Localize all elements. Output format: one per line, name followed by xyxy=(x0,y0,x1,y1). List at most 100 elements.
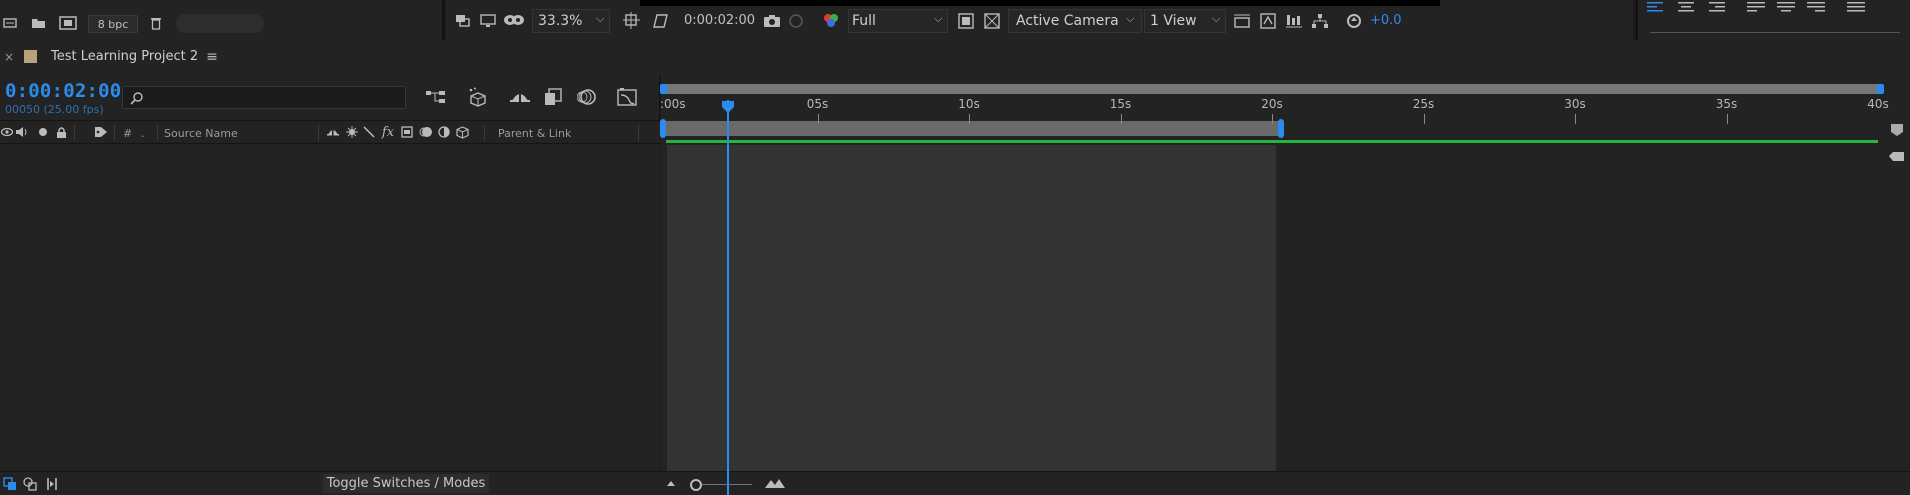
align-center-icon[interactable] xyxy=(1676,0,1696,12)
layer-list-empty-area[interactable] xyxy=(0,145,660,471)
time-navigator-start-handle[interactable] xyxy=(660,84,667,94)
zoom-in-icon[interactable] xyxy=(764,476,786,490)
work-area-end-handle[interactable] xyxy=(1278,119,1284,138)
3d-layer-icon[interactable] xyxy=(455,125,469,139)
indent-fields-row xyxy=(1650,32,1900,33)
new-folder-icon[interactable] xyxy=(30,15,46,31)
justify-last-right-icon[interactable] xyxy=(1806,0,1826,12)
reset-exposure-icon[interactable] xyxy=(1344,11,1364,31)
toggle-switches-modes-button[interactable]: Toggle Switches / Modes xyxy=(323,474,489,493)
transparency-grid-icon[interactable] xyxy=(650,11,670,31)
paragraph-panel xyxy=(1636,0,1910,40)
panel-menu-icon[interactable]: ≡ xyxy=(204,49,220,65)
chevron-down-icon: ⌵ xyxy=(1212,12,1221,25)
chevron-down-icon: ⌵ xyxy=(596,12,605,25)
label-tag-icon[interactable] xyxy=(93,125,109,139)
show-channel-icon[interactable] xyxy=(820,11,842,31)
exposure-value[interactable]: +0.0 xyxy=(1370,13,1402,28)
layer-switches-pane-icon[interactable] xyxy=(2,476,18,492)
show-snapshot-icon[interactable] xyxy=(786,12,806,30)
zoom-out-icon[interactable] xyxy=(664,478,678,490)
layer-columns-header: # . Source Name fx Parent & Link xyxy=(0,120,660,144)
timeline-zoom-slider-handle[interactable] xyxy=(690,479,702,491)
project-bit-depth-button[interactable]: 8 bpc xyxy=(88,15,138,33)
source-name-column-label[interactable]: Source Name xyxy=(164,127,238,140)
column-separator xyxy=(484,125,485,141)
quality-switch-icon[interactable] xyxy=(362,125,376,139)
audio-speaker-icon[interactable] xyxy=(15,125,29,139)
toggle-transparency-grid-icon[interactable] xyxy=(982,11,1002,31)
current-time-indicator-icon[interactable] xyxy=(721,100,735,114)
mask-visibility-icon[interactable] xyxy=(502,11,526,31)
current-time-indicator-line[interactable] xyxy=(727,100,729,495)
frame-blending-icon[interactable] xyxy=(542,87,564,107)
search-icon xyxy=(129,90,147,106)
magnification-value: 33.3% xyxy=(538,13,583,29)
comp-marker-bin-icon[interactable] xyxy=(1890,123,1904,137)
viewer-current-time[interactable]: 0:00:02:00 xyxy=(684,13,755,28)
toggle-pixel-aspect-icon[interactable] xyxy=(1232,11,1252,31)
ruler-tick-label: 35s xyxy=(1715,97,1738,111)
take-snapshot-icon[interactable] xyxy=(762,12,782,30)
work-area-start-handle[interactable] xyxy=(660,119,666,138)
frame-blend-switch-icon[interactable] xyxy=(400,125,414,139)
time-navigator-end-handle[interactable] xyxy=(1877,84,1884,94)
video-visibility-icon[interactable] xyxy=(0,125,14,139)
align-right-icon[interactable] xyxy=(1706,0,1726,12)
layer-number-column-label: # xyxy=(123,127,133,140)
draft-3d-icon[interactable] xyxy=(466,86,490,108)
motion-blur-icon[interactable] xyxy=(576,86,598,108)
justify-all-icon[interactable] xyxy=(1846,0,1866,12)
composition-mini-flowchart-icon[interactable] xyxy=(424,88,448,106)
chevron-down-icon: ⌵ xyxy=(934,12,943,25)
render-cache-indicator xyxy=(666,140,1878,143)
comp-marker-add-icon[interactable] xyxy=(1886,148,1906,164)
ruler-tick-label: 15s xyxy=(1109,97,1132,111)
ruler-tick-mark xyxy=(1272,114,1273,124)
timeline-tab-title[interactable]: Test Learning Project 2 xyxy=(51,49,198,64)
ruler-tick-label: 30s xyxy=(1564,97,1586,111)
timeline-search-field[interactable] xyxy=(122,86,406,109)
ruler-tick-mark xyxy=(817,114,819,124)
align-left-icon[interactable] xyxy=(1646,0,1666,12)
close-tab-icon[interactable]: × xyxy=(2,50,16,64)
project-search-field[interactable] xyxy=(176,14,264,33)
composition-duration-region xyxy=(667,145,1276,471)
composition-viewer-toolbar: 33.3% ⌵ 0:00:02:00 Full ⌵ Active Camera … xyxy=(446,0,1633,40)
effects-fx-icon[interactable]: fx xyxy=(380,124,396,140)
resolution-value: Full xyxy=(852,13,876,29)
lock-icon[interactable] xyxy=(54,125,68,139)
ruler-tick-label: 25s xyxy=(1412,97,1435,111)
shy-switch-icon[interactable] xyxy=(326,125,340,139)
timeline-button-icon[interactable] xyxy=(1284,11,1304,31)
region-of-interest-icon[interactable] xyxy=(622,11,642,31)
justify-last-left-icon[interactable] xyxy=(1746,0,1766,12)
hide-shy-layers-icon[interactable] xyxy=(508,88,532,106)
ruler-tick-label: 20s xyxy=(1261,97,1283,111)
justify-last-center-icon[interactable] xyxy=(1776,0,1796,12)
trash-icon[interactable] xyxy=(148,15,164,31)
collapse-transformation-icon[interactable] xyxy=(345,125,359,139)
time-navigator-bar[interactable] xyxy=(662,84,1883,94)
primary-viewer-icon[interactable] xyxy=(479,12,497,30)
current-time-display[interactable]: 0:00:02:00 xyxy=(5,80,121,102)
flowchart-icon[interactable] xyxy=(1310,11,1330,31)
fast-draft-icon[interactable] xyxy=(1258,11,1278,31)
in-out-duration-pane-icon[interactable] xyxy=(44,476,60,492)
work-area-bar[interactable] xyxy=(664,121,1281,136)
frame-rate-display: 00050 (25.00 fps) xyxy=(5,103,104,116)
view-layout-value: 1 View xyxy=(1150,13,1197,29)
always-preview-icon[interactable] xyxy=(454,12,472,30)
modes-pane-icon[interactable] xyxy=(22,476,38,492)
adjustment-layer-icon[interactable] xyxy=(437,125,451,139)
motion-blur-switch-icon[interactable] xyxy=(418,125,434,139)
solo-icon[interactable] xyxy=(36,125,50,139)
parent-link-column-label[interactable]: Parent & Link xyxy=(498,127,571,140)
fast-previews-icon[interactable] xyxy=(956,11,976,31)
interpret-footage-icon[interactable] xyxy=(2,15,18,31)
graph-editor-icon[interactable] xyxy=(616,86,638,108)
new-composition-icon[interactable] xyxy=(58,15,78,31)
camera-view-value: Active Camera xyxy=(1016,13,1119,29)
ruler-tick-label: :00s xyxy=(660,97,686,111)
ruler-tick-label: 10s xyxy=(958,97,980,111)
